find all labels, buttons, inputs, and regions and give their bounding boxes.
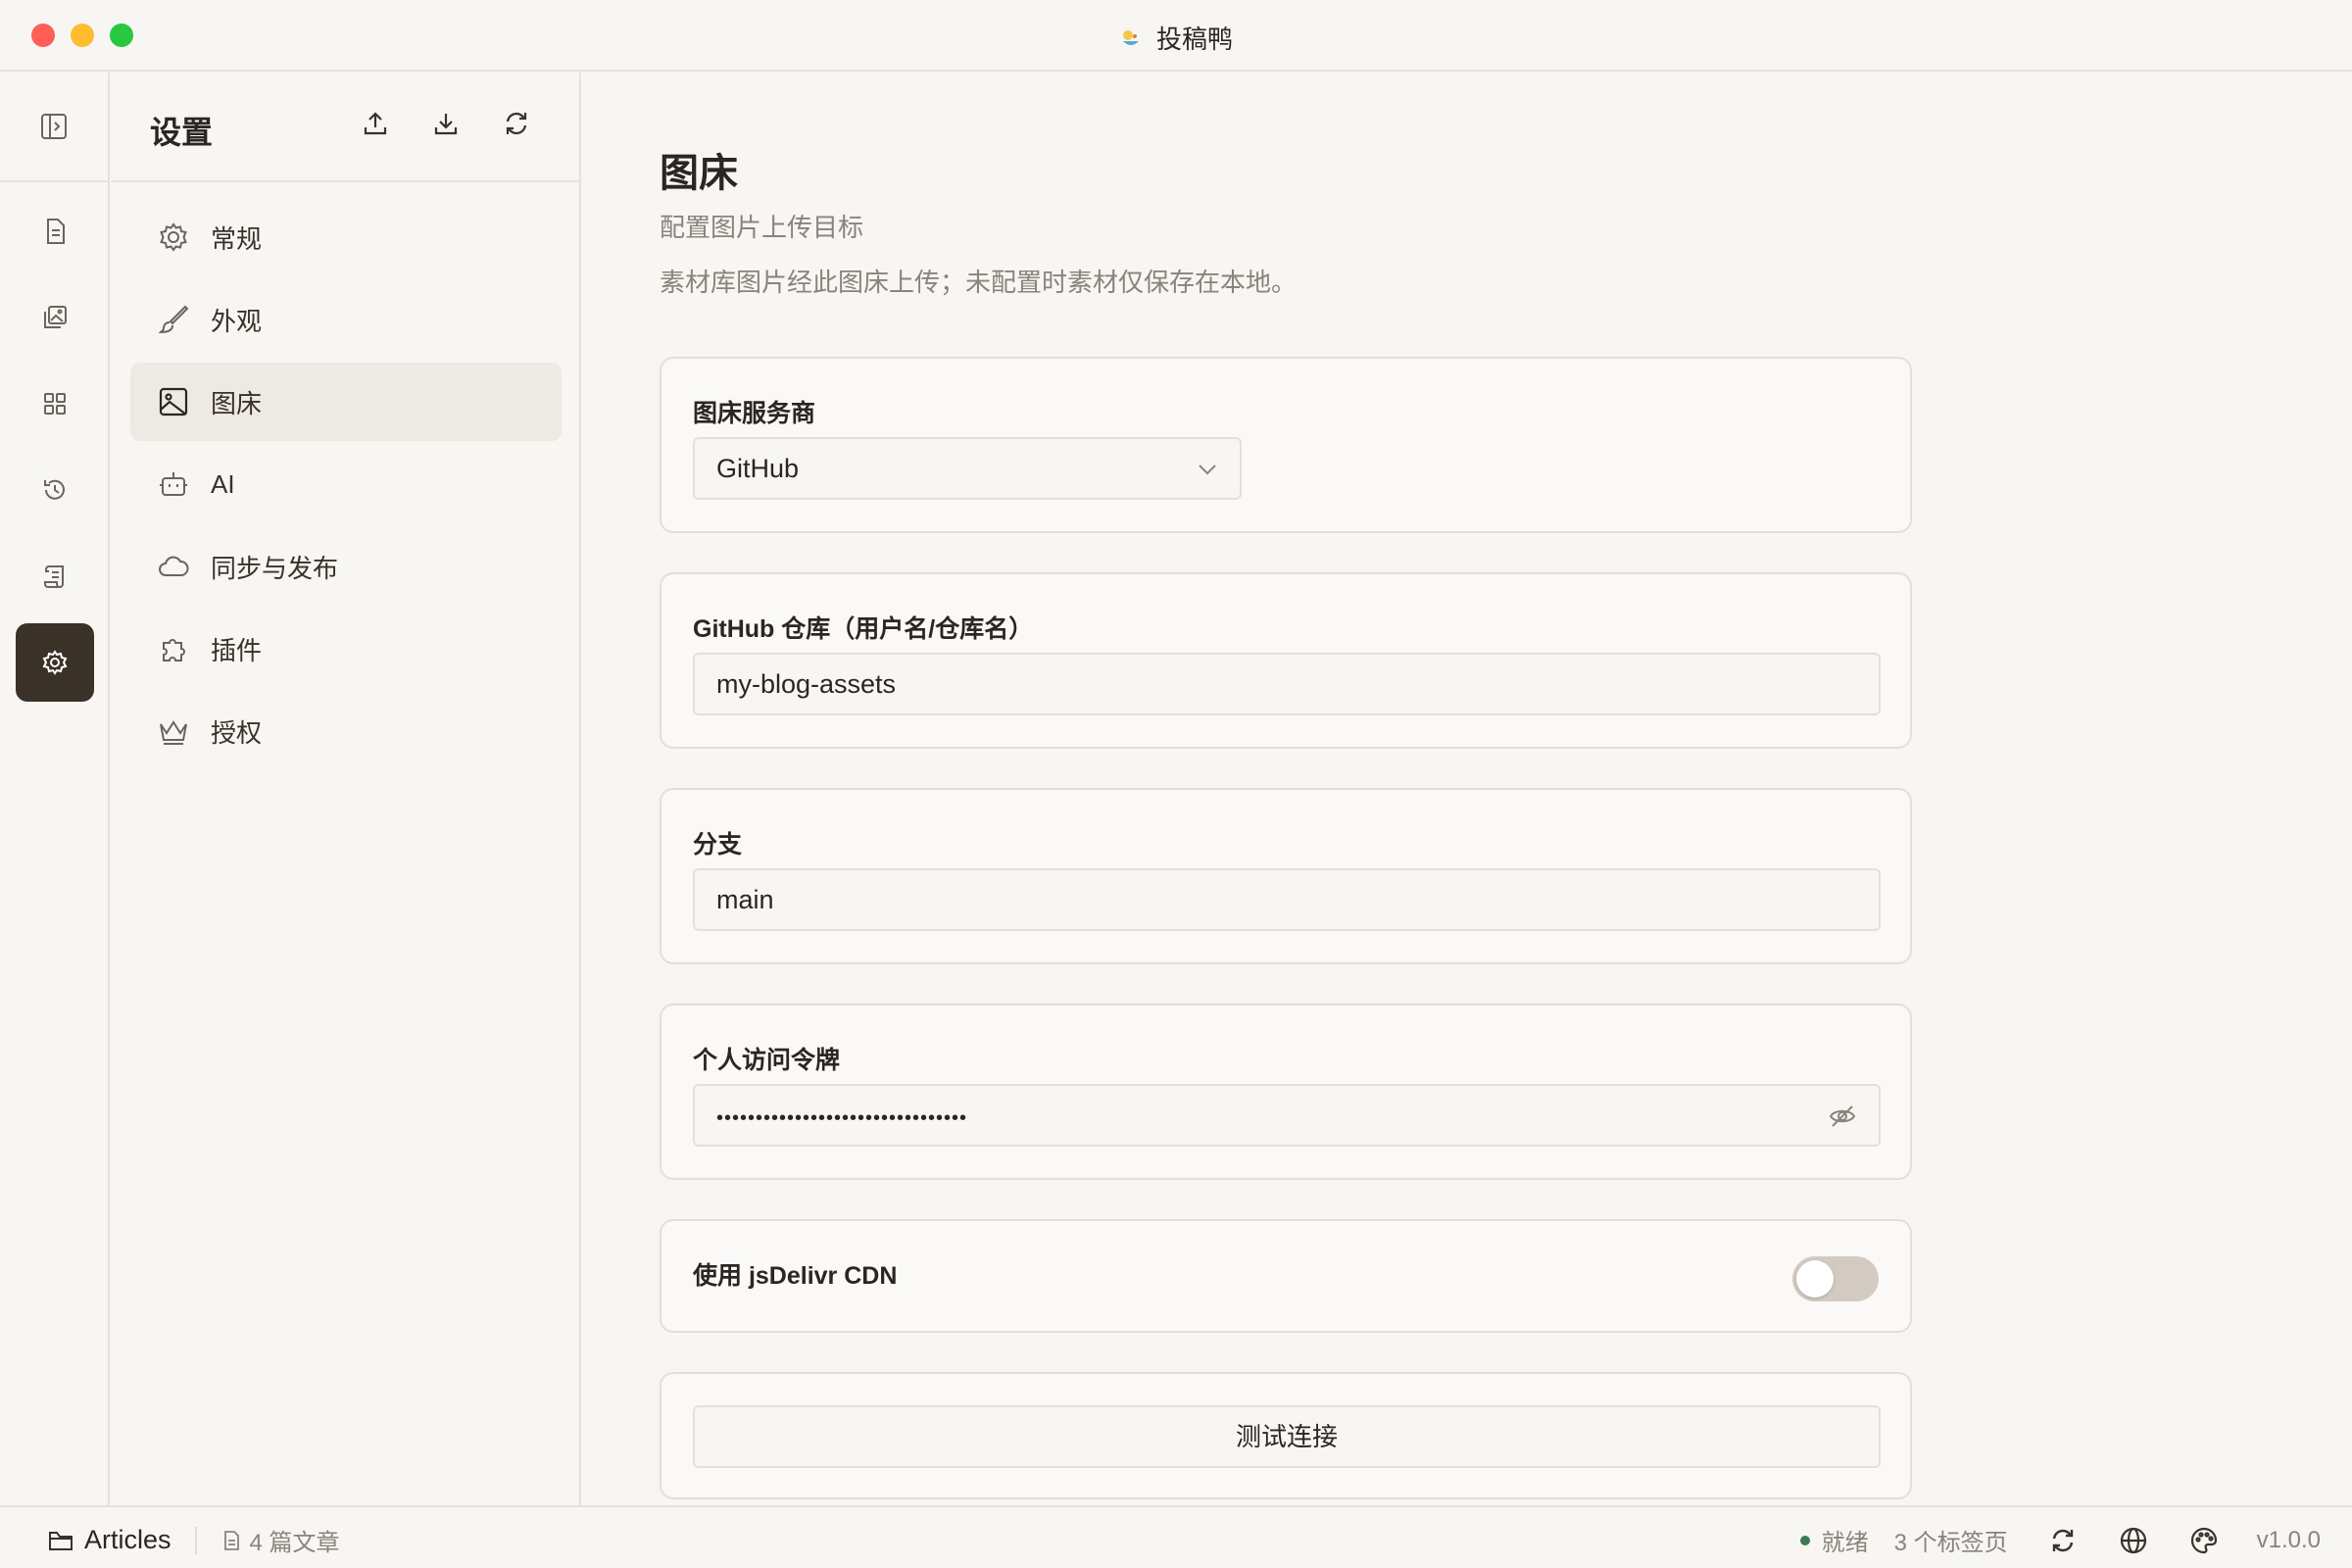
rail-history-button[interactable] bbox=[16, 451, 94, 529]
export-settings-button[interactable] bbox=[360, 108, 391, 139]
rail-apps-button[interactable] bbox=[16, 365, 94, 443]
nav-label: 授权 bbox=[211, 717, 263, 748]
toggle-sidebar-button[interactable] bbox=[0, 73, 108, 182]
nav-label: AI bbox=[211, 468, 235, 499]
cdn-card: 使用 jsDelivr CDN bbox=[660, 1219, 1912, 1333]
nav-item-plugins[interactable]: 插件 bbox=[130, 610, 562, 688]
import-settings-button[interactable] bbox=[430, 108, 462, 139]
version-label: v1.0.0 bbox=[2256, 1526, 2321, 1553]
title-bar: 投稿鸭 bbox=[0, 0, 2352, 72]
settings-title: 设置 bbox=[150, 115, 214, 150]
tabs-count: 3 个标签页 bbox=[1893, 1530, 2008, 1556]
refresh-icon bbox=[506, 112, 527, 135]
article-count: 4 篇文章 bbox=[249, 1530, 340, 1556]
status-text: 就绪 bbox=[1821, 1530, 1869, 1556]
cdn-label: 使用 jsDelivr CDN bbox=[693, 1262, 898, 1290]
nav-label: 常规 bbox=[211, 223, 263, 254]
main-content: 图床 配置图片上传目标 素材库图片经此图床上传；未配置时素材仅保存在本地。 图床… bbox=[583, 73, 2352, 1505]
repo-card: GitHub 仓库（用户名/仓库名） my-blog-assets bbox=[660, 572, 1912, 749]
brush-icon bbox=[158, 305, 189, 334]
nav-item-general[interactable]: 常规 bbox=[130, 198, 562, 276]
puzzle-icon bbox=[163, 639, 185, 662]
provider-select[interactable]: GitHub bbox=[693, 437, 1242, 500]
robot-icon bbox=[160, 472, 187, 496]
page-subtitle: 配置图片上传目标 bbox=[660, 213, 864, 242]
grid-icon bbox=[44, 393, 66, 415]
branch-input[interactable]: main bbox=[693, 868, 1881, 931]
nav-item-image-hosting[interactable]: 图床 bbox=[130, 363, 562, 441]
token-label: 个人访问令牌 bbox=[693, 1047, 841, 1074]
nav-item-ai[interactable]: AI bbox=[130, 445, 562, 523]
window-title: 投稿鸭 bbox=[0, 20, 2352, 56]
icon-rail bbox=[0, 73, 110, 1505]
document-icon bbox=[47, 219, 65, 244]
token-card: 个人访问令牌 •••••••••••••••••••••••••••••••• bbox=[660, 1004, 1912, 1180]
test-card: 测试连接 bbox=[660, 1372, 1912, 1499]
crown-icon bbox=[160, 720, 187, 745]
nav-label: 同步与发布 bbox=[211, 553, 339, 583]
reload-settings-button[interactable] bbox=[501, 108, 532, 139]
nav-item-license[interactable]: 授权 bbox=[130, 692, 562, 770]
token-input[interactable]: •••••••••••••••••••••••••••••••• bbox=[693, 1084, 1881, 1147]
download-icon bbox=[434, 114, 458, 135]
theme-button[interactable] bbox=[2188, 1525, 2220, 1556]
sidebar-toggle-icon bbox=[41, 114, 67, 139]
rail-articles-button[interactable] bbox=[16, 192, 94, 270]
settings-sidebar: 设置 常规 外观 图床 AI 同步与发布 插件 授权 bbox=[111, 73, 581, 1505]
cdn-toggle[interactable] bbox=[1792, 1256, 1879, 1301]
nav-label: 插件 bbox=[211, 635, 263, 665]
settings-header: 设置 bbox=[111, 73, 579, 182]
divider bbox=[194, 1526, 197, 1554]
duck-logo-icon bbox=[1122, 30, 1139, 45]
provider-card: 图床服务商 GitHub bbox=[660, 357, 1912, 533]
nav-label: 图床 bbox=[211, 388, 263, 418]
toggle-knob bbox=[1796, 1260, 1834, 1298]
settings-nav: 常规 外观 图床 AI 同步与发布 插件 授权 bbox=[130, 198, 562, 774]
cloud-icon bbox=[159, 556, 189, 576]
rail-assets-button[interactable] bbox=[16, 278, 94, 357]
rail-scroll-button[interactable] bbox=[16, 537, 94, 615]
repo-label: GitHub 仓库（用户名/仓库名） bbox=[693, 615, 1034, 643]
gear-icon bbox=[160, 222, 187, 252]
provider-label: 图床服务商 bbox=[693, 400, 816, 427]
token-masked-value: •••••••••••••••••••••••••••••••• bbox=[716, 1107, 968, 1129]
upload-icon bbox=[364, 112, 387, 135]
page-title: 图床 bbox=[660, 152, 738, 195]
status-bar: Articles 4 篇文章 就绪 3 个标签页 v1.0.0 bbox=[0, 1505, 2352, 1568]
nav-label: 外观 bbox=[211, 306, 263, 336]
branch-card: 分支 main bbox=[660, 788, 1912, 964]
document-icon bbox=[223, 1530, 239, 1550]
palette-icon bbox=[2190, 1527, 2217, 1553]
rail-settings-button[interactable] bbox=[16, 623, 94, 702]
images-icon bbox=[44, 306, 67, 328]
chevron-down-icon bbox=[1199, 465, 1216, 475]
window-title-text: 投稿鸭 bbox=[1155, 24, 1233, 54]
folder-icon bbox=[49, 1531, 73, 1550]
nav-item-sync-publish[interactable]: 同步与发布 bbox=[130, 527, 562, 606]
workspace-name[interactable]: Articles bbox=[84, 1525, 172, 1555]
scroll-icon bbox=[44, 565, 64, 588]
page-description: 素材库图片经此图床上传；未配置时素材仅保存在本地。 bbox=[660, 268, 1298, 297]
test-connection-button[interactable]: 测试连接 bbox=[693, 1405, 1881, 1468]
sync-button[interactable] bbox=[2047, 1525, 2079, 1556]
globe-icon bbox=[2120, 1527, 2146, 1553]
status-dot bbox=[1799, 1535, 1810, 1545]
repo-input[interactable]: my-blog-assets bbox=[693, 653, 1881, 715]
eye-off-icon[interactable] bbox=[1828, 1102, 1857, 1131]
language-button[interactable] bbox=[2118, 1525, 2149, 1556]
nav-item-appearance[interactable]: 外观 bbox=[130, 280, 562, 359]
image-icon bbox=[159, 387, 188, 416]
sync-icon bbox=[2052, 1529, 2073, 1551]
provider-selected-value: GitHub bbox=[716, 454, 800, 483]
branch-label: 分支 bbox=[693, 831, 743, 858]
gear-icon bbox=[42, 650, 68, 675]
history-icon bbox=[44, 479, 65, 500]
